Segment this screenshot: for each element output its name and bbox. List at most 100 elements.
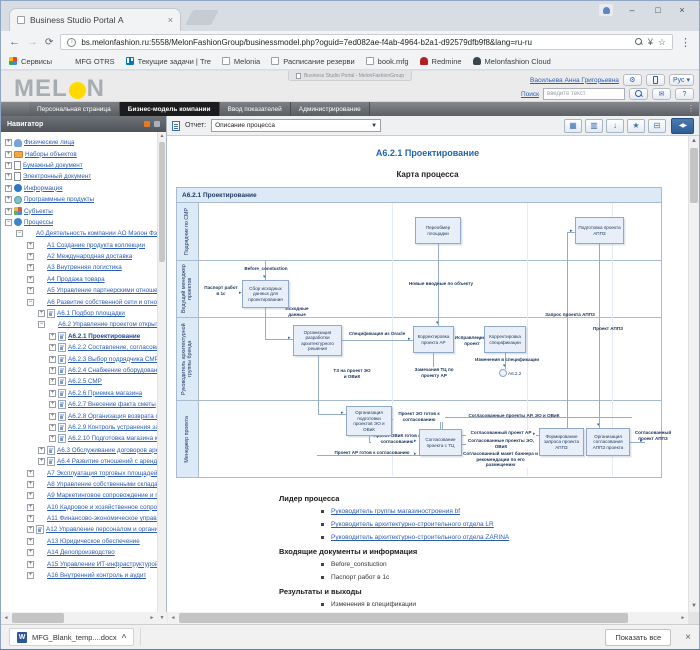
leader-link-item[interactable]: Руководитель архитектурно-строительного … bbox=[321, 521, 676, 528]
tree-item-label[interactable]: А6 Развитие собственной сети и отношений… bbox=[47, 299, 157, 306]
tree-expander-icon[interactable]: + bbox=[5, 162, 12, 169]
tree-expander-icon[interactable]: + bbox=[27, 515, 34, 522]
browser-tab[interactable]: Business Studio Portal А × bbox=[9, 8, 181, 31]
back-icon[interactable]: ← bbox=[9, 37, 20, 48]
forward-icon[interactable]: → bbox=[27, 37, 38, 48]
url-text[interactable]: bs.melonfashion.ru:5558/MelonFashionGrou… bbox=[81, 38, 630, 47]
tree-expander-icon[interactable]: + bbox=[27, 526, 34, 533]
tree-item-label[interactable]: А12 Управление персоналом и организацион… bbox=[46, 526, 157, 533]
minimize-button[interactable]: – bbox=[621, 3, 643, 17]
toolbar-button[interactable]: ↓ bbox=[606, 119, 624, 133]
tree-expander-icon[interactable]: + bbox=[5, 151, 12, 158]
tree-item-label[interactable]: А5 Управление партнерскими отношениями bbox=[47, 287, 157, 294]
scroll-left-icon[interactable]: ◄ bbox=[168, 612, 178, 624]
process-box[interactable]: Организация подготовки проектов ЭО и ОВи… bbox=[346, 406, 392, 436]
tree-item-label[interactable]: Программные продукты bbox=[24, 196, 94, 203]
tree-item[interactable]: + А6.2.4 Снабжение оборудованием и матер… bbox=[1, 365, 157, 376]
tree-item[interactable]: + Бумажный документ bbox=[1, 160, 157, 171]
file-name[interactable]: MFG_Blank_temp....docx bbox=[32, 633, 117, 642]
tree-item-label[interactable]: А6.2.10 Подготовка магазина к открытию bbox=[68, 435, 157, 442]
tree-expander-icon[interactable]: + bbox=[27, 561, 34, 568]
tree-expander-icon[interactable]: + bbox=[49, 424, 56, 431]
tree-item-label[interactable]: А15 Управление ИТ-инфраструктурой bbox=[47, 561, 157, 568]
user-name-link[interactable]: Васильева Анна Григорьевна bbox=[530, 77, 619, 84]
tree-item[interactable]: + А15 Управление ИТ-инфраструктурой bbox=[1, 558, 157, 569]
tree-item-label[interactable]: А6.4 Развитие отношений с арендодателями bbox=[57, 458, 157, 465]
bookmark-item[interactable]: MFG OTRS bbox=[63, 57, 115, 66]
process-box[interactable]: Сбор исходных данных для проектирования bbox=[242, 280, 289, 308]
bookmark-item[interactable]: Melonia bbox=[222, 57, 260, 66]
tree-item-label[interactable]: Наборы объектов bbox=[25, 151, 77, 158]
tree-scroll-down[interactable]: ▼ bbox=[157, 612, 167, 624]
profile-icon[interactable] bbox=[599, 4, 613, 16]
tree-item-label[interactable]: А16 Внутренний контроль и аудит bbox=[47, 572, 146, 579]
scroll-right-icon[interactable]: ► bbox=[147, 612, 157, 624]
tree-item-label[interactable]: А6.2.1 Проектирование bbox=[68, 333, 140, 340]
tree-item[interactable]: + Наборы объектов bbox=[1, 148, 157, 159]
scroll-right-icon[interactable]: ► bbox=[678, 612, 688, 624]
tree-item-label[interactable]: А0 Деятельность компании АО Мэлон Фэшн Г… bbox=[36, 230, 157, 237]
tree-item[interactable]: + А3 Внутренняя логистика bbox=[1, 262, 157, 273]
bookmark-item[interactable]: Redmine bbox=[420, 57, 462, 66]
tree-item-label[interactable]: Информация bbox=[24, 185, 63, 192]
tree-item-label[interactable]: А2 Международная доставка bbox=[47, 253, 132, 260]
tree-item[interactable]: + А6.4 Развитие отношений с арендодателя… bbox=[1, 456, 157, 467]
portal-nav-tab[interactable]: Бизнес-модель компании bbox=[120, 102, 220, 116]
panel-options-icon[interactable] bbox=[154, 121, 160, 127]
tree-expander-icon[interactable]: + bbox=[27, 492, 34, 499]
tree-expander-icon[interactable]: + bbox=[27, 481, 34, 488]
tree-item[interactable]: + А4 Продажа товара bbox=[1, 274, 157, 285]
tree-expander-icon[interactable]: + bbox=[27, 264, 34, 271]
tree-item-label[interactable]: А10 Кадровое и хозяйственное сопровожден… bbox=[47, 504, 157, 511]
tree-expander-icon[interactable]: + bbox=[38, 310, 45, 317]
tree-item-label[interactable]: А4 Продажа товара bbox=[47, 276, 105, 283]
portal-nav-tab[interactable]: Ввод показателей bbox=[220, 102, 291, 116]
bookmark-item[interactable]: book.mfg bbox=[366, 57, 409, 66]
tree-expander-icon[interactable]: + bbox=[27, 470, 34, 477]
tree-item[interactable]: + А6.2.2 Составление, согласование и кор… bbox=[1, 342, 157, 353]
tree-item[interactable]: + Программные продукты bbox=[1, 194, 157, 205]
scroll-thumb[interactable] bbox=[690, 148, 698, 203]
tree-expander-icon[interactable]: + bbox=[5, 173, 12, 180]
tree-expander-icon[interactable]: + bbox=[5, 196, 12, 203]
tree-item[interactable]: + А6.2.10 Подготовка магазина к открытию bbox=[1, 433, 157, 444]
tree-item-label[interactable]: А1 Создание продукта коллекции bbox=[47, 242, 145, 249]
tree-item-label[interactable]: А14 Делопроизводство bbox=[47, 549, 115, 556]
show-all-button[interactable]: Показать все bbox=[605, 629, 671, 646]
bookmark-item[interactable]: Сервисы bbox=[9, 57, 52, 66]
tree-item-label[interactable]: А6.1 Подбор площадки bbox=[57, 310, 125, 317]
process-box[interactable]: Согласование проекта с ТЦ bbox=[419, 429, 462, 456]
tree-item[interactable]: + Электронный документ bbox=[1, 171, 157, 182]
browser-menu-icon[interactable]: ⋮ bbox=[680, 36, 691, 49]
tree-hscrollbar[interactable]: ◄ ► bbox=[1, 612, 157, 624]
tree-expander-icon[interactable]: + bbox=[49, 413, 56, 420]
tree-item-label[interactable]: А6.2.5 СМР bbox=[68, 378, 102, 385]
main-hscrollbar[interactable]: ◄ ► bbox=[168, 612, 688, 624]
tree-expander-icon[interactable]: + bbox=[49, 356, 56, 363]
tree-expander-icon[interactable]: + bbox=[27, 253, 34, 260]
tree-expander-icon[interactable]: + bbox=[38, 447, 45, 454]
tree-item[interactable]: − А6.2 Управление проектом открытия мага… bbox=[1, 319, 157, 330]
portal-nav-tab[interactable]: Администрирование bbox=[291, 102, 370, 116]
process-box[interactable]: Корректировка проекта АР bbox=[413, 326, 454, 353]
tree-expander-icon[interactable]: − bbox=[16, 230, 23, 237]
tree-item[interactable]: + А14 Делопроизводство bbox=[1, 547, 157, 558]
tree-expander-icon[interactable]: + bbox=[27, 276, 34, 283]
tree-item[interactable]: − А0 Деятельность компании АО Мэлон Фэшн… bbox=[1, 228, 157, 239]
process-box[interactable]: Организация согласования АППЗ проекта bbox=[586, 428, 630, 456]
tree-item-label[interactable]: А11 Финансово-экономическое управление и… bbox=[47, 515, 157, 522]
tree-item-label[interactable]: А6.3 Обслуживание договоров аренды bbox=[57, 447, 157, 454]
tree-item-label[interactable]: А7 Эксплуатация торговых площадей bbox=[47, 470, 157, 477]
tree-item[interactable]: − А6 Развитие собственной сети и отношен… bbox=[1, 296, 157, 307]
tree-item-label[interactable]: А6.2.3 Выбор подрядчика СМР bbox=[68, 356, 157, 363]
tree-expander-icon[interactable]: + bbox=[49, 378, 56, 385]
tree-item[interactable]: + А11 Финансово-экономическое управление… bbox=[1, 513, 157, 524]
leader-link-item[interactable]: Руководитель группы магазиностроения bf bbox=[321, 508, 676, 515]
process-box[interactable]: Подготовка проекта АППЗ bbox=[575, 217, 624, 244]
settings-button[interactable]: ⚙ bbox=[623, 74, 642, 86]
report-select[interactable]: Описание процесса ▼ bbox=[211, 119, 381, 132]
tree-expander-icon[interactable]: + bbox=[27, 572, 34, 579]
tree-item-label[interactable]: Бумажный документ bbox=[23, 162, 83, 169]
tree-item[interactable]: + А6.2.6 Приемка магазина bbox=[1, 388, 157, 399]
toolbar-button[interactable]: ★ bbox=[627, 119, 645, 133]
